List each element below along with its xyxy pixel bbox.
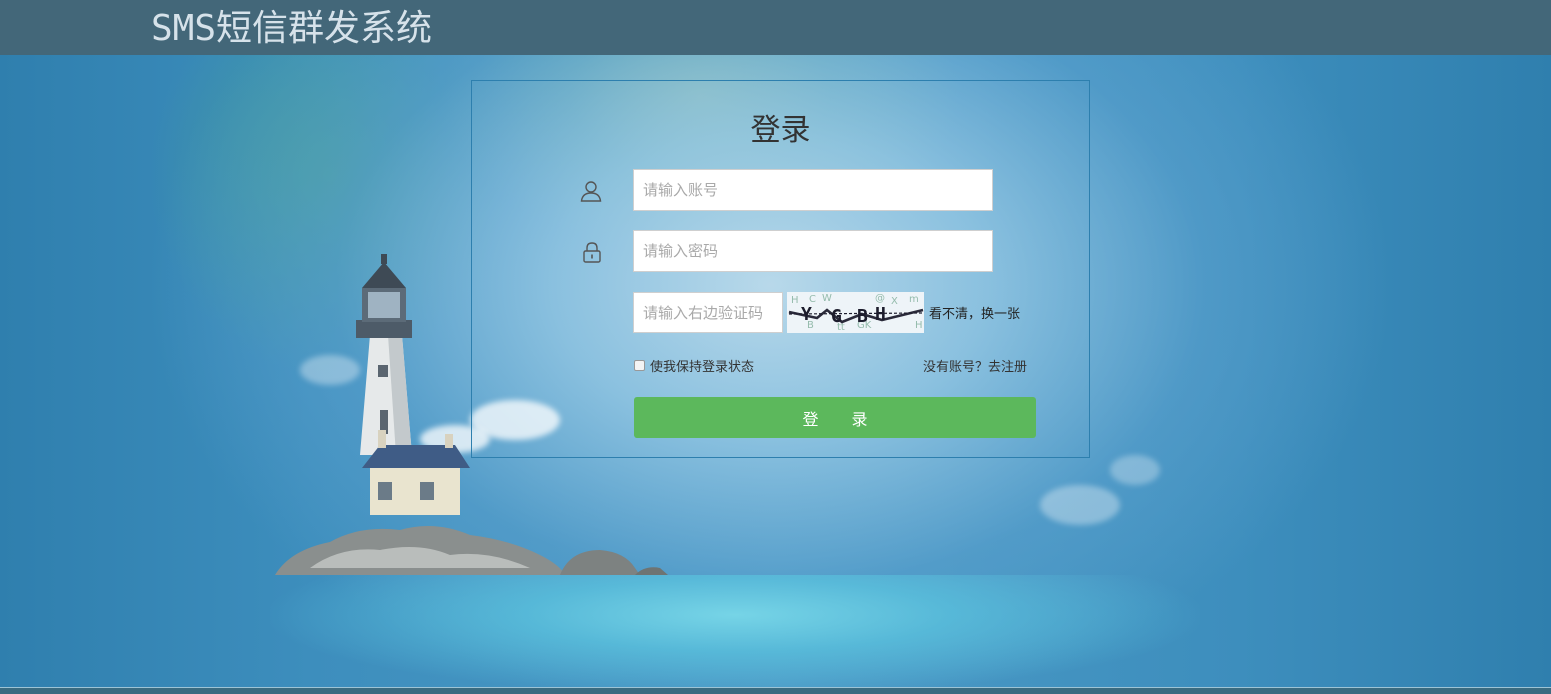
remember-me[interactable]: 使我保持登录状态 <box>634 356 754 375</box>
lock-icon <box>580 240 604 264</box>
svg-text:B: B <box>857 306 868 327</box>
svg-text:H: H <box>875 304 886 325</box>
svg-text:G: G <box>831 306 842 327</box>
refresh-captcha-link[interactable]: 看不清，换一张 <box>929 303 1020 322</box>
svg-text:m: m <box>909 294 919 305</box>
svg-text:W: W <box>822 293 832 304</box>
remember-label: 使我保持登录状态 <box>650 360 755 375</box>
svg-text:Y: Y <box>801 304 812 325</box>
captcha-image[interactable]: HCW @ Xm Btt GK H YGBH <box>787 292 924 333</box>
sea-decoration <box>270 575 1200 687</box>
captcha-input[interactable] <box>633 292 783 333</box>
remember-checkbox[interactable] <box>634 360 645 371</box>
login-heading: 登录 <box>750 113 811 148</box>
password-input[interactable] <box>633 230 993 272</box>
cloud-decoration <box>1040 485 1120 525</box>
login-panel: 登录 HCW @Xm BttGKH YGBH <box>471 80 1090 458</box>
register-link[interactable]: 没有账号？去注册 <box>923 356 1027 375</box>
user-icon <box>579 179 603 203</box>
svg-text:X: X <box>891 296 898 307</box>
app-title: SMS短信群发系统 <box>151 8 433 49</box>
login-button[interactable]: 登 录 <box>634 397 1036 438</box>
svg-text:@: @ <box>875 293 885 304</box>
svg-text:H: H <box>791 295 799 306</box>
svg-text:H: H <box>915 320 923 331</box>
header-bar: SMS短信群发系统 <box>0 0 1551 55</box>
footer-bar <box>0 687 1551 694</box>
username-input[interactable] <box>633 169 993 211</box>
cloud-decoration <box>1110 455 1160 485</box>
